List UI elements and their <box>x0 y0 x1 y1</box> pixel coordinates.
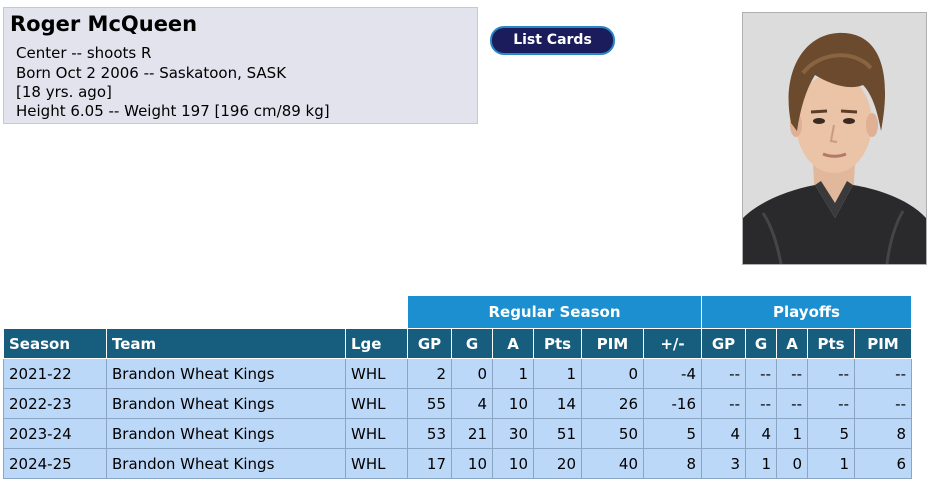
cell-rs-plus-minus: 8 <box>643 448 702 479</box>
cell-team: Brandon Wheat Kings <box>106 448 346 479</box>
cell-rs-pts: 20 <box>533 448 582 479</box>
cell-rs-plus-minus: -4 <box>643 358 702 389</box>
cell-po-gp: -- <box>701 358 746 389</box>
cell-rs-plus-minus: -16 <box>643 388 702 419</box>
cell-po-gp: -- <box>701 388 746 419</box>
playoffs-header: Playoffs <box>701 295 912 329</box>
cell-rs-gp: 53 <box>407 418 452 449</box>
group-header-spacer <box>3 295 408 329</box>
cell-season: 2022-23 <box>3 388 107 419</box>
cell-po-a: -- <box>776 358 808 389</box>
player-bio-panel: Roger McQueen Center -- shoots R Born Oc… <box>3 7 478 124</box>
cell-rs-a: 30 <box>492 418 534 449</box>
cell-rs-gp: 17 <box>407 448 452 479</box>
cell-rs-g: 4 <box>451 388 493 419</box>
cell-rs-pim: 0 <box>581 358 644 389</box>
cell-rs-g: 10 <box>451 448 493 479</box>
col-po-pim: PIM <box>854 328 912 359</box>
cell-po-g: 1 <box>745 448 777 479</box>
cell-rs-g: 21 <box>451 418 493 449</box>
cell-po-gp: 4 <box>701 418 746 449</box>
cell-rs-pim: 50 <box>581 418 644 449</box>
col-po-g: G <box>745 328 777 359</box>
table-row: 2023-24 Brandon Wheat Kings WHL 53 21 30… <box>3 418 912 449</box>
col-po-gp: GP <box>701 328 746 359</box>
cell-rs-a: 10 <box>492 388 534 419</box>
col-rs-gp: GP <box>407 328 452 359</box>
column-header-row: Season Team Lge GP G A Pts PIM +/- GP G … <box>3 328 912 359</box>
cell-po-a: 1 <box>776 418 808 449</box>
col-rs-pts: Pts <box>533 328 582 359</box>
group-header-row: Regular Season Playoffs <box>3 295 912 329</box>
player-name: Roger McQueen <box>10 12 198 36</box>
age-line: [18 yrs. ago] <box>16 83 112 101</box>
cell-po-pts: -- <box>807 388 855 419</box>
cell-rs-pim: 40 <box>581 448 644 479</box>
cell-season: 2024-25 <box>3 448 107 479</box>
player-photo <box>742 12 927 265</box>
cell-rs-pts: 51 <box>533 418 582 449</box>
cell-team: Brandon Wheat Kings <box>106 388 346 419</box>
cell-po-a: 0 <box>776 448 808 479</box>
col-rs-g: G <box>451 328 493 359</box>
table-row: 2024-25 Brandon Wheat Kings WHL 17 10 10… <box>3 448 912 479</box>
cell-po-pim: -- <box>854 358 912 389</box>
cell-season: 2021-22 <box>3 358 107 389</box>
cell-rs-gp: 55 <box>407 388 452 419</box>
col-rs-plus-minus: +/- <box>643 328 702 359</box>
cell-league: WHL <box>345 358 408 389</box>
cell-season: 2023-24 <box>3 418 107 449</box>
cell-team: Brandon Wheat Kings <box>106 358 346 389</box>
col-po-pts: Pts <box>807 328 855 359</box>
position-line: Center -- shoots R <box>16 44 152 62</box>
list-cards-button[interactable]: List Cards <box>490 26 615 55</box>
cell-rs-pts: 1 <box>533 358 582 389</box>
cell-po-g: 4 <box>745 418 777 449</box>
cell-po-pts: 5 <box>807 418 855 449</box>
col-rs-a: A <box>492 328 534 359</box>
col-po-a: A <box>776 328 808 359</box>
regular-season-header: Regular Season <box>407 295 702 329</box>
cell-po-pim: 8 <box>854 418 912 449</box>
stats-table: Regular Season Playoffs Season Team Lge … <box>3 295 912 479</box>
cell-rs-pts: 14 <box>533 388 582 419</box>
cell-league: WHL <box>345 418 408 449</box>
size-line: Height 6.05 -- Weight 197 [196 cm/89 kg] <box>16 102 330 120</box>
player-headshot-icon <box>743 13 926 264</box>
cell-league: WHL <box>345 448 408 479</box>
col-rs-pim: PIM <box>581 328 644 359</box>
cell-rs-gp: 2 <box>407 358 452 389</box>
cell-po-pts: 1 <box>807 448 855 479</box>
table-row: 2022-23 Brandon Wheat Kings WHL 55 4 10 … <box>3 388 912 419</box>
cell-po-g: -- <box>745 388 777 419</box>
col-team: Team <box>106 328 346 359</box>
cell-po-gp: 3 <box>701 448 746 479</box>
cell-po-pim: -- <box>854 388 912 419</box>
cell-rs-pim: 26 <box>581 388 644 419</box>
col-league: Lge <box>345 328 408 359</box>
cell-team: Brandon Wheat Kings <box>106 418 346 449</box>
cell-po-pim: 6 <box>854 448 912 479</box>
cell-rs-plus-minus: 5 <box>643 418 702 449</box>
birth-line: Born Oct 2 2006 -- Saskatoon, SASK <box>16 64 287 82</box>
cell-po-pts: -- <box>807 358 855 389</box>
col-season: Season <box>3 328 107 359</box>
cell-rs-a: 1 <box>492 358 534 389</box>
cell-league: WHL <box>345 388 408 419</box>
table-row: 2021-22 Brandon Wheat Kings WHL 2 0 1 1 … <box>3 358 912 389</box>
cell-po-a: -- <box>776 388 808 419</box>
cell-po-g: -- <box>745 358 777 389</box>
cell-rs-g: 0 <box>451 358 493 389</box>
cell-rs-a: 10 <box>492 448 534 479</box>
